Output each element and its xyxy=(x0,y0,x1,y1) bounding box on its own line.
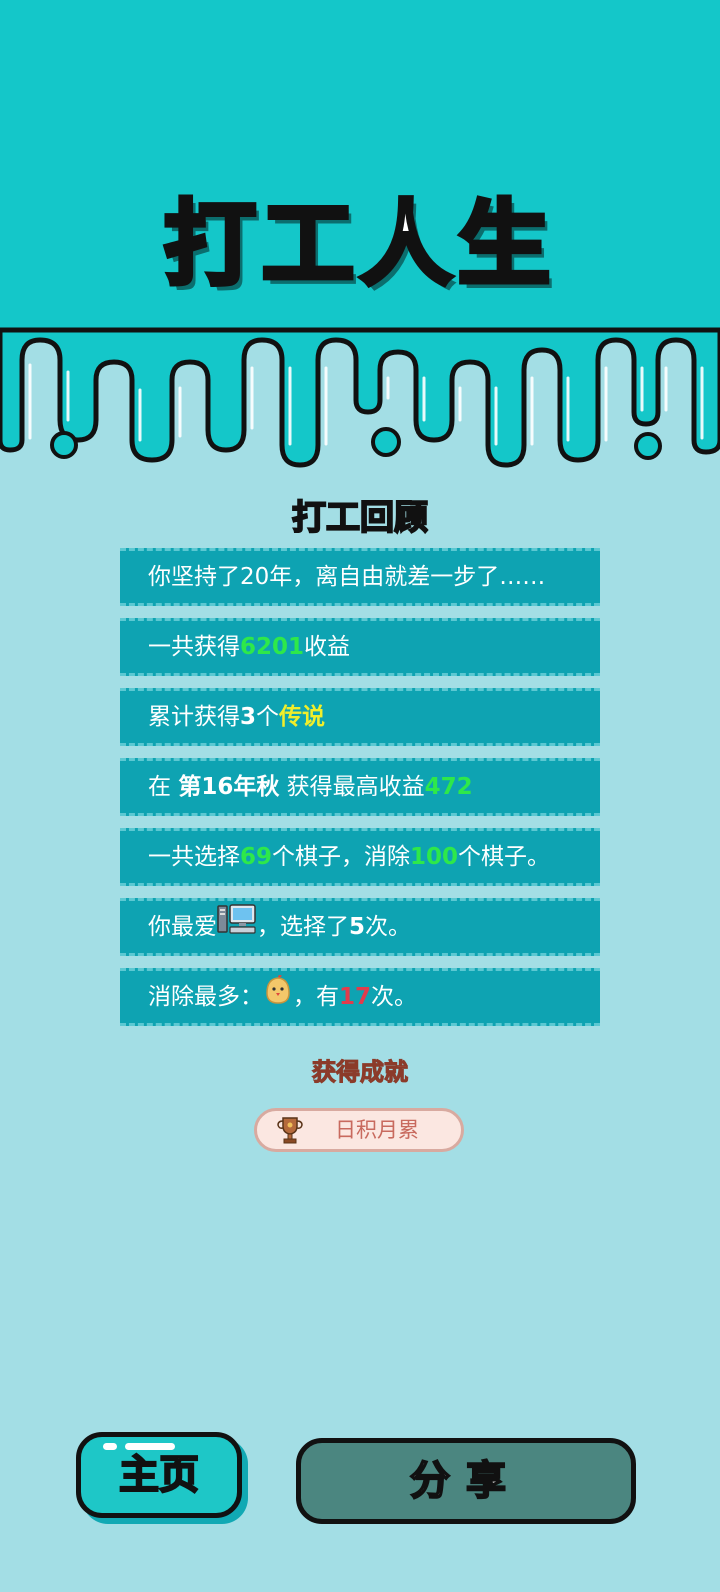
review-line-text: 消除最多： xyxy=(148,984,263,1010)
review-line-years: 你坚持了20年，离自由就差一步了…… xyxy=(120,548,600,606)
button-highlight xyxy=(103,1443,117,1450)
review-line-text: 获得最高收益 xyxy=(279,774,425,800)
review-line-text: 一共选择 xyxy=(148,844,240,870)
legend-count: 3 xyxy=(240,704,257,730)
review-line-text: 收益 xyxy=(304,634,351,660)
achievement-badge[interactable]: 日积月累 xyxy=(254,1108,464,1152)
trophy-icon xyxy=(275,1115,305,1149)
total-income-value: 6201 xyxy=(240,634,305,660)
header-drip-banner: 打工人生 xyxy=(0,0,720,480)
review-line-text: 在 xyxy=(148,774,179,800)
most-removed-count: 17 xyxy=(339,984,372,1010)
favorite-count: 5 xyxy=(349,914,366,940)
review-line-text: ，选择了 xyxy=(257,914,349,940)
review-line-text: 个棋子。 xyxy=(458,844,551,870)
computer-icon xyxy=(217,902,257,954)
chick-icon xyxy=(263,972,293,1024)
review-line-most-removed: 消除最多： ，有17次。 xyxy=(120,968,600,1026)
review-line-income: 一共获得6201收益 xyxy=(120,618,600,676)
best-income-value: 472 xyxy=(424,774,473,800)
share-button-label: 分享 xyxy=(409,1457,522,1505)
app-title: 打工人生 xyxy=(161,189,556,301)
review-line-text: 个棋子，消除 xyxy=(272,844,411,870)
button-highlight xyxy=(125,1443,175,1450)
review-line-pieces: 一共选择69个棋子，消除100个棋子。 xyxy=(120,828,600,886)
review-line-text: 你坚持了20年，离自由就差一步了…… xyxy=(148,564,546,590)
home-button-label: 主页 xyxy=(118,1451,200,1499)
home-button[interactable]: 主页 xyxy=(76,1432,242,1518)
rarity-label: 传说 xyxy=(279,704,326,730)
best-period: 第16年秋 xyxy=(178,774,280,800)
achievement-label: 日积月累 xyxy=(335,1118,419,1142)
review-line-text: 一共获得 xyxy=(148,634,240,660)
review-line-text: 次。 xyxy=(365,914,412,940)
achievement-title: 获得成就 xyxy=(312,1058,409,1087)
review-line-best: 在 第16年秋 获得最高收益472 xyxy=(120,758,600,816)
review-title: 打工回顾 xyxy=(291,497,429,539)
selected-count: 69 xyxy=(240,844,273,870)
share-button[interactable]: 分享 xyxy=(296,1438,636,1524)
removed-count: 100 xyxy=(410,844,459,870)
review-line-text: 个 xyxy=(256,704,280,730)
review-line-text: ，有 xyxy=(293,984,339,1010)
review-line-text: 累计获得 xyxy=(148,704,240,730)
review-line-text: 你最爱 xyxy=(148,914,217,940)
review-line-favorite: 你最爱 ，选择了5次。 xyxy=(120,898,600,956)
review-line-legend: 累计获得3个传说 xyxy=(120,688,600,746)
review-line-text: 次。 xyxy=(371,984,418,1010)
